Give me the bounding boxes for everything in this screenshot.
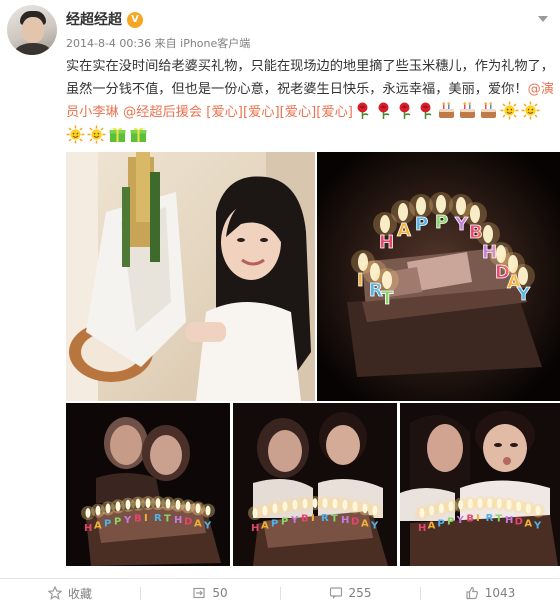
photo-couple-1[interactable]: HAPPYBIRTHDAY <box>66 403 230 566</box>
svg-text:Y: Y <box>290 515 299 526</box>
svg-text:H: H <box>174 515 182 526</box>
comment-button[interactable]: 255 <box>280 579 420 607</box>
svg-text:A: A <box>194 518 202 529</box>
source-link[interactable]: iPhone客户端 <box>180 37 250 50</box>
repost-icon <box>193 587 205 599</box>
verified-badge-icon: V <box>127 12 143 28</box>
svg-text:A: A <box>524 518 532 529</box>
svg-text:B: B <box>466 514 474 525</box>
svg-text:H: H <box>418 523 426 534</box>
svg-text:H: H <box>341 515 349 526</box>
svg-text:A: A <box>94 521 102 532</box>
repost-button[interactable]: 50 <box>140 579 280 607</box>
svg-text:A: A <box>361 518 369 529</box>
like-button[interactable]: 1043 <box>420 579 560 607</box>
svg-text:I: I <box>144 513 148 524</box>
photo-birthday-cake[interactable]: HAPPYBIRTHDAY <box>317 152 560 401</box>
svg-text:Y: Y <box>123 515 132 526</box>
source-prefix: 来自 <box>154 37 177 50</box>
svg-text:T: T <box>164 514 171 525</box>
svg-text:B: B <box>134 514 142 525</box>
svg-text:I: I <box>311 513 315 524</box>
avatar[interactable] <box>7 5 57 55</box>
svg-text:D: D <box>184 516 192 527</box>
svg-text:P: P <box>114 516 121 527</box>
post-body: 实在实在没时间给老婆买礼物，只能在现场边的地里摘了些玉米穗儿，作为礼物了，虽然一… <box>66 59 554 97</box>
svg-text:H: H <box>379 232 394 253</box>
svg-text:A: A <box>397 220 411 241</box>
svg-text:H: H <box>251 523 259 534</box>
svg-text:R: R <box>321 513 329 524</box>
comment-icon <box>329 587 342 599</box>
photo-couple-3[interactable]: HAPPYBIRTHDAY <box>400 403 560 566</box>
svg-text:Y: Y <box>533 521 542 532</box>
svg-text:H: H <box>84 523 92 534</box>
svg-text:I: I <box>476 513 480 524</box>
sun-icon <box>500 101 519 120</box>
svg-text:A: A <box>261 521 269 532</box>
gift-icon <box>108 125 127 144</box>
rose-icon <box>395 101 414 120</box>
rose-icon <box>416 101 435 120</box>
sun-icon <box>87 125 106 144</box>
favorite-label: 收藏 <box>67 586 92 601</box>
svg-text:T: T <box>495 514 502 525</box>
svg-text:P: P <box>104 518 111 529</box>
svg-text:H: H <box>505 515 513 526</box>
svg-text:P: P <box>415 214 428 235</box>
post-text: 实在实在没时间给老婆买礼物，只能在现场边的地里摘了些玉米穗儿，作为礼物了，虽然一… <box>66 56 554 148</box>
mention-link[interactable]: @经超后援会 <box>123 105 202 120</box>
cake-icon <box>458 101 477 120</box>
comment-count: 255 <box>348 586 372 600</box>
rose-icon <box>353 101 372 120</box>
photo-grid: HAPPYBIRTHDAY HAPPYBIRTHDAY H A P P Y B … <box>66 152 560 566</box>
svg-text:D: D <box>515 516 523 527</box>
svg-text:Y: Y <box>456 515 465 526</box>
svg-text:R: R <box>154 513 162 524</box>
svg-text:A: A <box>428 521 436 532</box>
svg-text:Y: Y <box>203 521 212 532</box>
svg-text:P: P <box>281 516 288 527</box>
chevron-down-icon[interactable] <box>538 16 548 22</box>
svg-text:P: P <box>447 516 454 527</box>
weibo-post: 经超经超 V 2014-8-4 00:36 来自 iPhone客户端 实在实在没… <box>0 0 560 607</box>
cake-icon <box>479 101 498 120</box>
svg-text:D: D <box>351 516 359 527</box>
svg-text:P: P <box>437 518 444 529</box>
action-bar: 收藏 50 255 1043 <box>0 579 560 607</box>
sun-icon <box>521 101 540 120</box>
sun-icon <box>66 125 85 144</box>
emoticon-text: [爱心][爱心][爱心][爱心] <box>206 105 353 120</box>
repost-count: 50 <box>212 586 228 600</box>
thumbs-up-icon <box>466 586 478 600</box>
post-meta: 2014-8-4 00:36 来自 iPhone客户端 <box>66 37 250 51</box>
star-icon <box>47 586 62 600</box>
svg-text:P: P <box>435 212 448 233</box>
gift-icon <box>129 125 148 144</box>
favorite-button[interactable]: 收藏 <box>0 579 140 607</box>
photo-couple-2[interactable]: HAPPYBIRTHDAY <box>233 403 397 566</box>
photo-woman-with-bouquet[interactable] <box>66 152 315 401</box>
svg-text:I: I <box>357 270 364 291</box>
cake-icon <box>437 101 456 120</box>
svg-text:Y: Y <box>370 521 379 532</box>
svg-text:P: P <box>271 518 278 529</box>
svg-text:T: T <box>331 514 338 525</box>
author-name[interactable]: 经超经超 <box>66 12 122 28</box>
svg-text:B: B <box>301 514 309 525</box>
svg-text:Y: Y <box>516 284 531 305</box>
rose-icon <box>374 101 393 120</box>
svg-text:T: T <box>381 288 394 309</box>
timestamp[interactable]: 2014-8-4 00:36 <box>66 37 151 50</box>
svg-text:R: R <box>486 513 494 524</box>
like-count: 1043 <box>484 586 516 600</box>
